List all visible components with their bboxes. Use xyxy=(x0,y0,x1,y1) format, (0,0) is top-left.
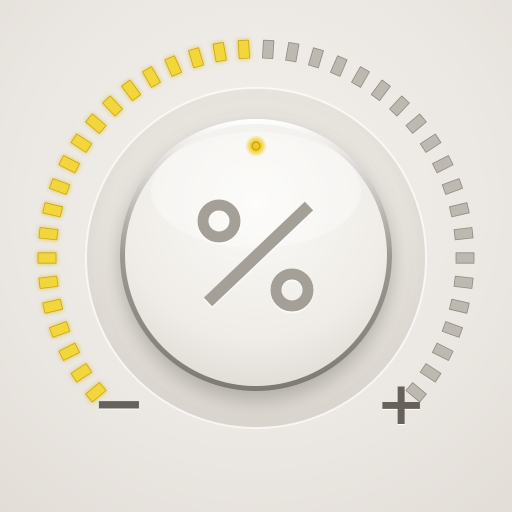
level-segment-unlit xyxy=(448,298,470,314)
level-segment-lit xyxy=(70,133,93,153)
level-segment-unlit xyxy=(285,42,300,63)
level-segment-lit xyxy=(212,42,227,63)
level-segment-unlit xyxy=(351,66,370,88)
level-segment-unlit xyxy=(431,342,454,361)
level-segment-lit xyxy=(70,363,93,383)
level-segment-lit xyxy=(38,275,59,289)
level-segment-unlit xyxy=(419,133,442,153)
level-segment-unlit xyxy=(453,275,474,289)
level-segment-lit xyxy=(164,55,183,77)
level-segment-lit xyxy=(58,342,80,361)
level-segment-unlit xyxy=(329,55,348,77)
level-segment-lit xyxy=(58,155,80,174)
level-segment-unlit xyxy=(441,178,464,195)
level-segment-unlit xyxy=(431,155,454,174)
level-segment-lit xyxy=(237,39,251,59)
percent-knob[interactable] xyxy=(120,119,392,391)
level-segment-lit xyxy=(38,227,59,241)
level-segment-lit xyxy=(142,66,161,88)
level-segment-unlit xyxy=(405,113,427,134)
dial-graphic xyxy=(37,39,475,429)
level-segment-unlit xyxy=(441,321,464,338)
level-segment-lit xyxy=(102,95,123,117)
level-segment-lit xyxy=(42,298,63,314)
level-segment-lit xyxy=(85,113,107,134)
level-segment-unlit xyxy=(448,202,470,218)
volume-dial-app-icon: − + xyxy=(0,0,512,512)
level-segment-unlit xyxy=(389,95,410,117)
level-segment-lit xyxy=(121,79,142,102)
level-segment-unlit xyxy=(370,79,391,102)
level-segment-lit xyxy=(42,202,63,218)
increase-symbol: + xyxy=(376,369,427,439)
level-segment-unlit xyxy=(307,47,324,69)
level-segment-lit xyxy=(37,252,57,264)
level-segment-lit xyxy=(49,178,71,195)
level-segment-unlit xyxy=(455,252,475,264)
level-segment-unlit xyxy=(261,39,275,59)
level-segment-unlit xyxy=(453,227,474,241)
level-segment-lit xyxy=(49,321,71,338)
level-segment-lit xyxy=(188,47,205,69)
decrease-symbol: − xyxy=(92,367,146,441)
indicator-led xyxy=(251,141,261,151)
